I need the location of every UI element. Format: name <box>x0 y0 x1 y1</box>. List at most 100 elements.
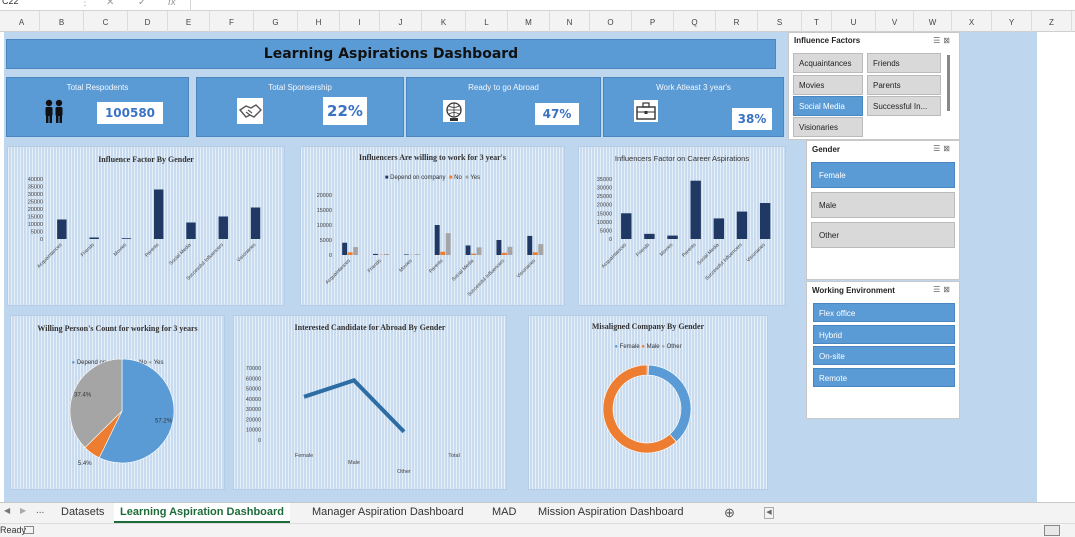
cancel-icon[interactable]: ✕ <box>106 0 114 8</box>
confirm-icon[interactable]: ✓ <box>138 0 146 8</box>
chart-misaligned-company[interactable]: Misaligned Company By Gender ● Female ● … <box>528 315 768 490</box>
slicer-item-social-media[interactable]: Social Media <box>793 96 863 116</box>
y-tick-label: 15000 <box>317 208 332 214</box>
column-header-row: ABCDEFGHIJKLMNOPQRSTUVWXYZ <box>0 11 1075 32</box>
slicer-item-movies[interactable]: Movies <box>793 75 863 95</box>
column-header[interactable]: G <box>254 11 298 32</box>
column-header[interactable]: C <box>84 11 128 32</box>
slicer-item-flex-office[interactable]: Flex office <box>813 303 955 322</box>
y-tick-label: 30000 <box>246 407 261 413</box>
dashboard-title: Learning Aspirations Dashboard <box>6 39 776 69</box>
tab-more-icon[interactable]: ... <box>36 505 44 516</box>
kpi-label: Total Respodents <box>66 83 129 92</box>
slicer-scrollbar[interactable] <box>947 55 950 111</box>
tab-datasets[interactable]: Datasets <box>55 503 110 523</box>
multiselect-icon[interactable]: ☰ <box>933 285 943 294</box>
column-header[interactable]: E <box>168 11 210 32</box>
column-header[interactable]: Z <box>1032 11 1072 32</box>
clear-filter-icon[interactable]: ⊠ <box>943 144 953 153</box>
scroll-left-icon[interactable]: ◀ <box>764 507 774 519</box>
add-sheet-icon[interactable]: ⊕ <box>724 505 735 521</box>
slicer-item-parents[interactable]: Parents <box>867 75 941 95</box>
clear-filter-icon[interactable]: ⊠ <box>943 36 953 45</box>
column-header[interactable]: U <box>832 11 876 32</box>
tab-mission-aspiration-dashboard[interactable]: Mission Aspiration Dashboard <box>532 503 690 523</box>
chart-abroad-by-gender[interactable]: Interested Candidate for Abroad By Gende… <box>233 315 507 490</box>
tab-next-icon[interactable]: ▶ <box>20 506 26 515</box>
series-line <box>303 378 406 434</box>
x-tick-label: Social Media <box>451 258 476 283</box>
tab-mad[interactable]: MAD <box>486 503 522 523</box>
x-tick-label: Social Media <box>168 242 193 267</box>
tab-prev-icon[interactable]: ◀ <box>4 506 10 515</box>
slicer-icons: ☰⊠ <box>933 285 953 294</box>
normal-view-icon[interactable] <box>1044 525 1060 536</box>
tab-learning-aspiration-dashboard[interactable]: Learning Aspiration Dashboard <box>114 503 291 523</box>
slicer-gender[interactable]: Gender ☰⊠ Female Male Other <box>806 140 960 280</box>
chart-career-aspirations[interactable]: Influencers Factor on Career Aspirations… <box>578 146 786 306</box>
column-header[interactable]: D <box>128 11 168 32</box>
name-box[interactable]: C22 <box>0 0 60 10</box>
chart-influence-by-gender[interactable]: Influence Factor By Gender 40000 35000 300… <box>7 146 285 306</box>
slicer-item-male[interactable]: Male <box>811 192 955 218</box>
column-header[interactable]: I <box>340 11 380 32</box>
column-header[interactable]: B <box>40 11 84 32</box>
bar <box>186 222 196 239</box>
column-header[interactable]: K <box>422 11 466 32</box>
multiselect-icon[interactable]: ☰ <box>933 144 943 153</box>
column-header[interactable]: L <box>466 11 508 32</box>
kpi-label: Total Sponsership <box>268 83 332 92</box>
column-header[interactable]: P <box>632 11 674 32</box>
chart-willing-3yrs[interactable]: Influencers Are willing to work for 3 ye… <box>300 146 565 306</box>
column-header[interactable]: R <box>716 11 758 32</box>
donut-chart <box>602 364 692 454</box>
y-tick-label: 30000 <box>597 186 612 192</box>
fx-icon[interactable]: fx <box>168 0 176 8</box>
tab-manager-aspiration-dashboard[interactable]: Manager Aspiration Dashboard <box>306 503 470 523</box>
y-tick-label: 5000 <box>600 228 612 234</box>
column-header[interactable]: Y <box>992 11 1032 32</box>
column-header[interactable]: S <box>758 11 802 32</box>
chart-willing-count-pie[interactable]: Willing Person's Count for working for 3… <box>10 315 225 490</box>
handshake-icon <box>237 98 263 124</box>
data-label: 5.4% <box>78 461 92 467</box>
column-header[interactable]: O <box>590 11 632 32</box>
slicer-influence-factors[interactable]: Influence Factors ☰⊠ Acquaintances Frien… <box>788 32 960 140</box>
column-header[interactable]: Q <box>674 11 716 32</box>
briefcase-icon <box>634 100 658 122</box>
multiselect-icon[interactable]: ☰ <box>933 36 943 45</box>
bar <box>621 213 632 239</box>
bar <box>403 254 409 255</box>
column-header[interactable]: A <box>4 11 40 32</box>
slicer-item-hybrid[interactable]: Hybrid <box>813 325 955 344</box>
slicer-item-successful-influencers[interactable]: Successful In... <box>867 96 941 116</box>
slicer-working-environment[interactable]: Working Environment ☰⊠ Flex office Hybri… <box>806 281 960 419</box>
macro-record-icon[interactable] <box>24 526 34 534</box>
column-header[interactable]: T <box>802 11 832 32</box>
column-header[interactable]: X <box>952 11 992 32</box>
y-tick-label: 10000 <box>597 220 612 226</box>
column-header[interactable]: M <box>508 11 550 32</box>
clear-filter-icon[interactable]: ⊠ <box>943 285 953 294</box>
slicer-item-visionaries[interactable]: Visionaries <box>793 117 863 137</box>
bar <box>57 219 67 239</box>
formula-input[interactable] <box>190 0 1075 11</box>
column-header[interactable]: N <box>550 11 590 32</box>
column-header[interactable]: V <box>876 11 914 32</box>
x-tick-label: Visionaries <box>516 258 538 280</box>
column-header[interactable]: H <box>298 11 340 32</box>
slicer-item-female[interactable]: Female <box>811 162 955 188</box>
column-header[interactable]: F <box>210 11 254 32</box>
slicer-item-friends[interactable]: Friends <box>867 53 941 73</box>
bar <box>476 247 482 255</box>
column-header[interactable]: J <box>380 11 422 32</box>
sheet-empty-area[interactable] <box>1037 32 1075 502</box>
bar <box>736 211 748 239</box>
column-header[interactable]: W <box>914 11 952 32</box>
slicer-item-acquaintances[interactable]: Acquaintances <box>793 53 863 73</box>
slicer-item-on-site[interactable]: On-site <box>813 346 955 365</box>
slicer-item-other[interactable]: Other <box>811 222 955 248</box>
kpi-value: 38% <box>732 108 772 130</box>
slicer-item-remote[interactable]: Remote <box>813 368 955 387</box>
bar <box>465 245 471 255</box>
